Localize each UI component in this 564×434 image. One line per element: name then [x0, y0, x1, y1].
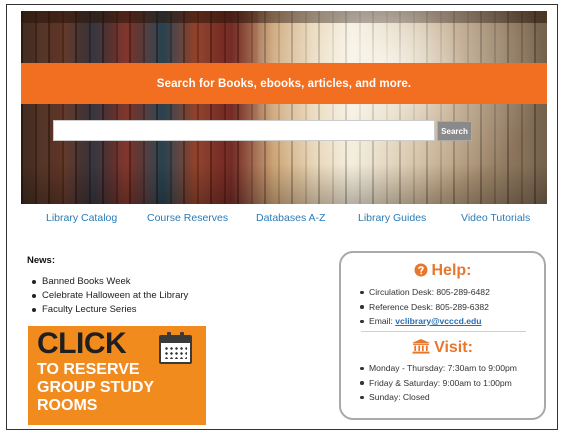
email-item: Email: vclibrary@vcccd.edu	[360, 314, 490, 329]
nav-link-video-tutorials[interactable]: Video Tutorials	[461, 212, 530, 224]
nav-link-databases-a-z[interactable]: Databases A-Z	[256, 212, 325, 224]
news-item[interactable]: Banned Books Week	[31, 275, 188, 289]
news-heading: News:	[27, 255, 55, 266]
hours-item: Monday - Thursday: 7:30am to 9:00pm	[360, 361, 517, 376]
promo-line-4: ROOMS	[37, 397, 98, 414]
search-banner-text: Search for Books, ebooks, articles, and …	[156, 77, 412, 90]
nav-link-course-reserves[interactable]: Course Reserves	[147, 212, 228, 224]
circulation-desk-phone: Circulation Desk: 805-289-6482	[360, 285, 490, 300]
shelf-shadow	[21, 164, 547, 204]
divider	[361, 331, 526, 332]
question-circle-icon	[414, 263, 428, 282]
hours-list: Monday - Thursday: 7:30am to 9:00pm Frid…	[360, 361, 517, 405]
hours-item: Sunday: Closed	[360, 390, 517, 405]
nav-link-library-guides[interactable]: Library Guides	[358, 212, 426, 224]
help-contact-list: Circulation Desk: 805-289-6482 Reference…	[360, 285, 490, 329]
search-input[interactable]	[53, 120, 435, 141]
calendar-icon-ring	[167, 332, 171, 339]
reserve-study-rooms-banner[interactable]: CLICK TO RESERVE GROUP STUDY ROOMS	[28, 326, 206, 425]
email-label: Email:	[369, 316, 396, 326]
calendar-icon-grid	[164, 346, 187, 359]
email-link[interactable]: vclibrary@vcccd.edu	[395, 316, 481, 326]
search-banner: Search for Books, ebooks, articles, and …	[21, 63, 547, 104]
search-button[interactable]: Search	[437, 121, 472, 141]
calendar-icon	[159, 332, 192, 364]
news-item[interactable]: Celebrate Halloween at the Library	[31, 289, 188, 303]
promo-line-3: GROUP STUDY	[37, 379, 155, 396]
reference-desk-phone: Reference Desk: 805-289-6382	[360, 300, 490, 315]
hero-bookshelf-image	[21, 11, 547, 204]
promo-click-text: CLICK	[37, 327, 127, 360]
calendar-icon-ring	[180, 332, 184, 339]
news-list: Banned Books Week Celebrate Halloween at…	[31, 275, 188, 317]
visit-title: Visit:	[434, 339, 473, 356]
quick-links-nav: Library Catalog Course Reserves Database…	[21, 212, 547, 230]
promo-line-2: TO RESERVE	[37, 361, 140, 378]
nav-link-library-catalog[interactable]: Library Catalog	[46, 212, 117, 224]
help-heading: Help:	[341, 262, 544, 282]
hours-item: Friday & Saturday: 9:00am to 1:00pm	[360, 376, 517, 391]
building-columns-icon	[412, 339, 431, 359]
calendar-icon-header	[161, 337, 190, 343]
help-visit-box: Help: Circulation Desk: 805-289-6482 Ref…	[339, 251, 546, 420]
news-item[interactable]: Faculty Lecture Series	[31, 303, 188, 317]
help-title: Help:	[431, 262, 472, 279]
visit-heading: Visit:	[341, 339, 544, 359]
